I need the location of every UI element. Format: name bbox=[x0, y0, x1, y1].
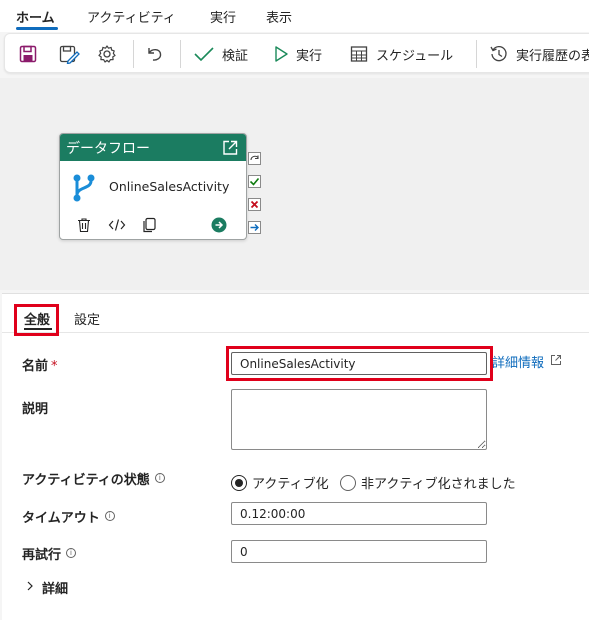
radio-activate-label: アクティブ化 bbox=[252, 477, 329, 492]
run-button[interactable]: 実行 bbox=[273, 42, 322, 66]
description-input[interactable] bbox=[231, 389, 487, 450]
more-info-link[interactable]: 詳細情報 bbox=[492, 352, 562, 371]
more-info-label: 詳細情報 bbox=[492, 356, 545, 371]
radio-deactivate[interactable]: 非アクティブ化されました bbox=[340, 473, 516, 492]
retry-label: 再試行 i bbox=[22, 544, 77, 563]
tab-settings[interactable]: 設定 bbox=[74, 309, 100, 328]
activity-card-header: データフロー bbox=[60, 134, 246, 161]
settings-button[interactable] bbox=[97, 42, 117, 66]
info-icon: i bbox=[104, 511, 115, 521]
radio-unchecked-icon bbox=[340, 474, 356, 491]
chevron-right-icon bbox=[26, 580, 42, 595]
name-label: 名前 * bbox=[22, 359, 58, 374]
undo-button[interactable] bbox=[145, 42, 165, 66]
menu-bar: ホーム アクティビティ 実行 表示 bbox=[0, 0, 589, 32]
activity-state-label: アクティビティの状態 i bbox=[22, 469, 165, 488]
menu-tab-run[interactable]: 実行 bbox=[210, 7, 236, 26]
radio-activate[interactable]: アクティブ化 bbox=[231, 473, 329, 492]
arrow-forward-icon[interactable] bbox=[211, 217, 227, 237]
save-icon bbox=[18, 44, 38, 64]
schedule-label: スケジュール bbox=[376, 48, 454, 64]
divider bbox=[2, 332, 589, 333]
code-icon[interactable] bbox=[108, 217, 126, 237]
open-external-icon bbox=[544, 354, 562, 370]
gear-icon bbox=[97, 44, 117, 64]
save-button[interactable] bbox=[18, 42, 38, 66]
menu-tab-view[interactable]: 表示 bbox=[266, 7, 292, 26]
calendar-icon bbox=[349, 44, 369, 64]
on-skip-connector-icon[interactable] bbox=[248, 152, 261, 165]
timeout-label: タイムアウト i bbox=[22, 507, 115, 526]
on-completion-connector-icon[interactable] bbox=[248, 221, 261, 234]
menu-tab-activities[interactable]: アクティビティ bbox=[87, 7, 176, 26]
validate-button[interactable]: 検証 bbox=[193, 42, 248, 66]
delete-icon[interactable] bbox=[76, 217, 92, 237]
run-history-label: 実行履歴の表 bbox=[516, 48, 589, 64]
toolbar-divider bbox=[476, 40, 477, 68]
advanced-expander[interactable]: 詳細 bbox=[26, 578, 68, 597]
history-icon bbox=[489, 44, 509, 64]
highlight-box-tab bbox=[14, 304, 59, 336]
radio-deactivate-label: 非アクティブ化されました bbox=[361, 477, 516, 492]
dataflow-activity-card[interactable]: データフロー OnlineSalesActivity bbox=[59, 133, 247, 240]
menu-tab-home[interactable]: ホーム bbox=[16, 7, 55, 26]
toolbar: 検証 実行 スケジュール 実行履歴の表 bbox=[4, 33, 589, 73]
activity-card-body: OnlineSalesActivity bbox=[60, 161, 246, 239]
info-icon: i bbox=[66, 548, 77, 558]
run-history-button[interactable]: 実行履歴の表 bbox=[489, 42, 589, 66]
validate-label: 検証 bbox=[222, 48, 249, 64]
properties-panel: 全般 設定 bbox=[2, 293, 589, 620]
run-label: 実行 bbox=[296, 48, 323, 64]
advanced-label: 詳細 bbox=[42, 582, 69, 597]
timeout-input[interactable] bbox=[231, 502, 487, 525]
radio-checked-icon bbox=[231, 474, 247, 491]
checkmark-icon bbox=[193, 44, 215, 64]
schedule-button[interactable]: スケジュール bbox=[349, 42, 453, 66]
retry-input[interactable] bbox=[231, 540, 487, 563]
toolbar-divider bbox=[180, 40, 181, 68]
save-as-template-button[interactable] bbox=[58, 42, 80, 66]
info-icon: i bbox=[154, 473, 165, 483]
required-marker: * bbox=[51, 359, 58, 374]
on-failure-connector-icon[interactable] bbox=[248, 198, 261, 211]
active-tab-indicator bbox=[16, 27, 58, 30]
toolbar-divider bbox=[133, 40, 134, 68]
open-external-icon[interactable] bbox=[221, 139, 239, 161]
highlight-box-name bbox=[226, 346, 493, 381]
play-icon bbox=[273, 44, 289, 64]
on-success-connector-icon[interactable] bbox=[248, 175, 261, 188]
activity-name: OnlineSalesActivity bbox=[109, 179, 230, 194]
undo-icon bbox=[145, 44, 165, 64]
description-label: 説明 bbox=[22, 402, 49, 417]
activity-type-label: データフロー bbox=[66, 141, 150, 157]
copy-icon[interactable] bbox=[141, 217, 157, 237]
dataflow-icon bbox=[72, 173, 96, 207]
save-template-icon bbox=[58, 44, 80, 64]
